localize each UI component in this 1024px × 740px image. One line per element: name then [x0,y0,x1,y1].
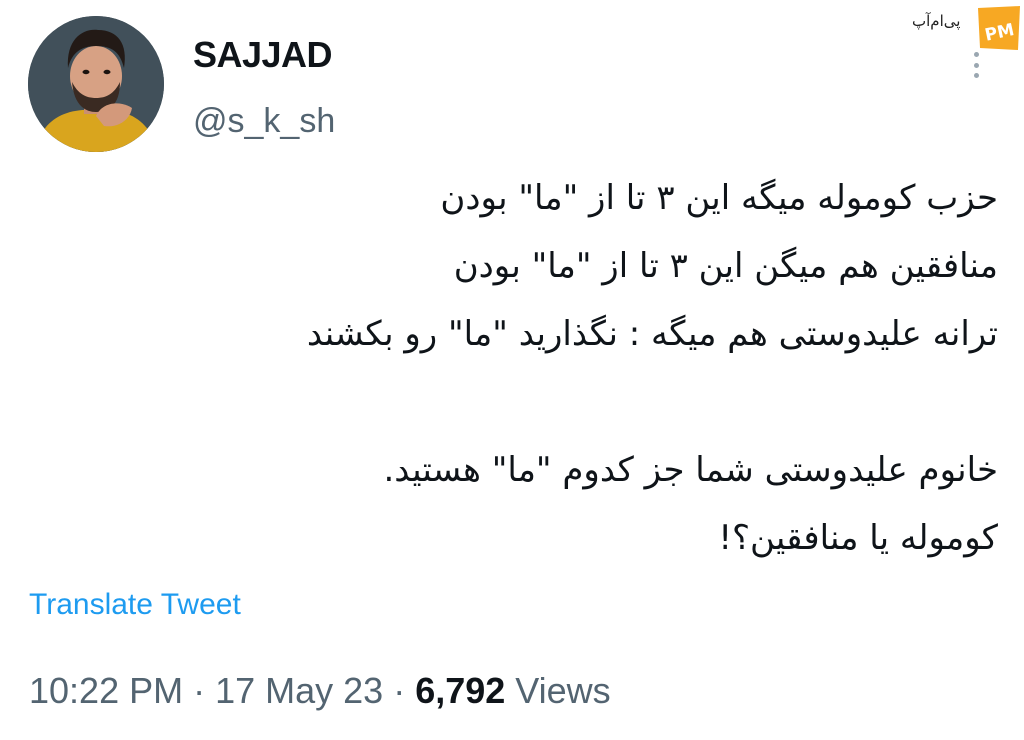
tweet-date[interactable]: 17 May 23 [215,670,383,711]
meta-separator: · [183,670,216,711]
more-dot [973,73,979,78]
views-count[interactable]: 6,792 [415,670,505,711]
tweet-text: حزب کومولە میگه این ۳ تا از "ما" بودن من… [120,164,998,572]
tweet-meta: 10:22 PM · 17 May 23 · 6,792 Views [29,670,611,712]
watermark: پی‌ام‌آپ PM [912,4,1022,52]
more-dot [973,52,979,57]
translate-tweet-link[interactable]: Translate Tweet [29,588,241,622]
tweet-line: حزب کومولە میگه این ۳ تا از "ما" بودن [440,178,998,218]
tweet-line: خانوم علیدوستی شما جز کدوم "ما" هستید. [383,450,998,490]
watermark-logo-icon: PM [978,6,1020,50]
meta-separator: · [383,670,416,711]
tweet-time[interactable]: 10:22 PM [29,670,183,711]
author-display-name[interactable]: SAJJAD [193,34,333,76]
author-handle[interactable]: @s_k_sh [193,102,335,141]
more-dot [973,62,979,68]
tweet-line: ترانه علیدوستی هم میگه : نگذارید "ما" رو… [306,314,998,354]
tweet-line: کومولە یا منافقین؟! [718,518,998,558]
avatar-image [28,16,164,152]
tweet-line: منافقین هم میگن این ۳ تا از "ما" بودن [453,246,998,286]
more-options-icon[interactable] [966,52,986,78]
avatar[interactable] [28,16,164,152]
watermark-brand-text: پی‌ام‌آپ [912,12,961,30]
views-label: Views [505,670,611,711]
